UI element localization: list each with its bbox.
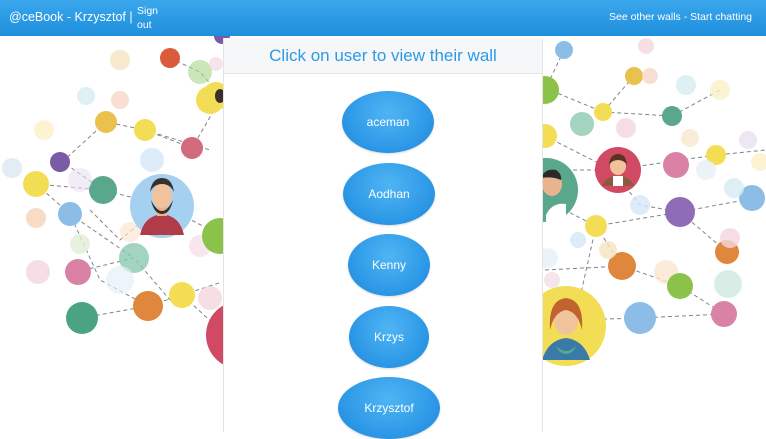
see-other-walls-link[interactable]: See other walls bbox=[609, 11, 681, 23]
start-chatting-link[interactable]: Start chatting bbox=[690, 11, 752, 23]
sign-out-link[interactable]: Sign out bbox=[137, 4, 167, 32]
user-button-aceman[interactable]: aceman bbox=[342, 91, 434, 153]
user-button-kenny[interactable]: Kenny bbox=[348, 234, 430, 296]
user-button-krzysztof[interactable]: Krzysztof bbox=[338, 377, 440, 439]
brand-user-title: @ceBook - Krzysztof | bbox=[9, 10, 133, 24]
user-button-aodhan[interactable]: Aodhan bbox=[343, 163, 435, 225]
top-navbar: @ceBook - Krzysztof | Sign out See other… bbox=[0, 0, 766, 36]
nav-right-links: See other walls - Start chatting bbox=[609, 11, 752, 23]
user-list-panel: Click on user to view their wall aceman … bbox=[223, 38, 543, 439]
user-button-krzys[interactable]: Krzys bbox=[349, 306, 429, 368]
nav-separator: - bbox=[680, 11, 691, 23]
panel-title: Click on user to view their wall bbox=[224, 38, 542, 74]
